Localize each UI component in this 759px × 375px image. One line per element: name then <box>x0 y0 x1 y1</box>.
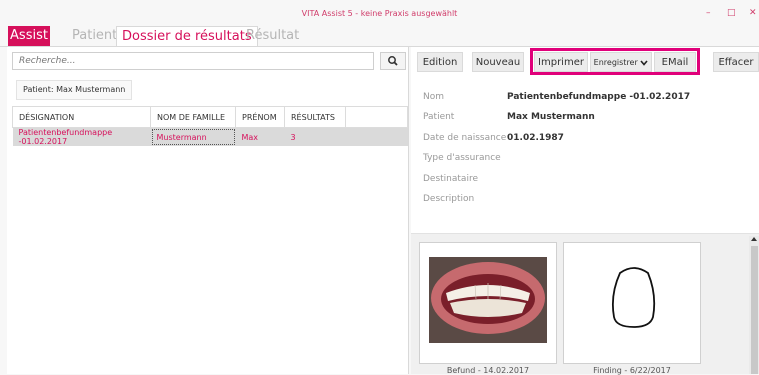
close-icon[interactable]: ✕ <box>749 8 757 18</box>
window-title: VITA Assist 5 - keine Praxis ausgewählt <box>301 9 458 18</box>
details-pane: Edition Nouveau Imprimer Enregistrer EMa… <box>411 47 759 375</box>
label-description: Description <box>423 194 475 204</box>
search-button[interactable] <box>380 52 406 70</box>
teeth-photo-image <box>420 243 556 349</box>
highlight-box <box>530 48 700 75</box>
label-nom: Nom <box>423 92 445 102</box>
thumbnail-strip: Befund - 14.02.2017 Finding - 6/22/2017 <box>411 234 759 375</box>
table-header-row: DÉSIGNATION NOM DE FAMILLE PRÉNOM RÉSULT… <box>12 106 408 128</box>
table-row[interactable]: Patientenbefundmappe -01.02.2017 Musterm… <box>12 127 408 146</box>
search-icon <box>388 56 398 66</box>
cell-family-name[interactable]: Mustermann <box>150 127 236 146</box>
scroll-up-icon[interactable] <box>750 236 758 242</box>
minimize-icon[interactable]: – <box>706 8 711 18</box>
brand-tab-assist[interactable]: Assist <box>8 26 50 46</box>
column-header-first-name[interactable]: PRÉNOM <box>235 106 285 128</box>
label-patient: Patient <box>423 112 455 122</box>
nouveau-button[interactable]: Nouveau <box>472 52 524 72</box>
thumbnail-befund[interactable]: Befund - 14.02.2017 <box>419 242 557 375</box>
label-destinataire: Destinataire <box>423 174 478 184</box>
value-nom: Patientenbefundmappe -01.02.2017 <box>507 92 691 102</box>
edition-button[interactable]: Edition <box>417 52 463 72</box>
tab-dossier-resultats[interactable]: Dossier de résultats <box>116 26 258 47</box>
column-header-designation[interactable]: DÉSIGNATION <box>12 106 151 128</box>
patient-filter-chip[interactable]: Patient: Max Mustermann <box>16 80 133 100</box>
column-header-empty <box>345 106 408 128</box>
scrollbar-thumb[interactable] <box>751 246 758 374</box>
maximize-icon[interactable]: □ <box>727 8 736 18</box>
tooth-outline-sketch <box>564 243 700 349</box>
thumbnail-finding[interactable]: Finding - 6/22/2017 <box>563 242 701 375</box>
column-header-results[interactable]: RÉSULTATS <box>284 106 346 128</box>
cell-designation[interactable]: Patientenbefundmappe -01.02.2017 <box>12 127 151 146</box>
tab-patient[interactable]: Patient <box>72 26 117 46</box>
results-table: DÉSIGNATION NOM DE FAMILLE PRÉNOM RÉSULT… <box>12 106 408 146</box>
search-input[interactable] <box>12 52 374 70</box>
cell-results[interactable]: 3 <box>284 127 346 146</box>
label-type-assurance: Type d'assurance <box>423 153 501 163</box>
value-date-naissance: 01.02.1987 <box>507 133 564 143</box>
tab-resultat[interactable]: Résultat <box>246 26 299 46</box>
cell-first-name[interactable]: Max <box>235 127 285 146</box>
effacer-button[interactable]: Effacer <box>713 52 759 72</box>
cell-empty <box>345 127 408 146</box>
value-patient: Max Mustermann <box>507 112 595 122</box>
label-date-naissance: Date de naissance <box>423 133 507 143</box>
results-list-pane: Patient: Max Mustermann DÉSIGNATION NOM … <box>7 47 409 374</box>
column-header-family-name[interactable]: NOM DE FAMILLE <box>150 106 236 128</box>
